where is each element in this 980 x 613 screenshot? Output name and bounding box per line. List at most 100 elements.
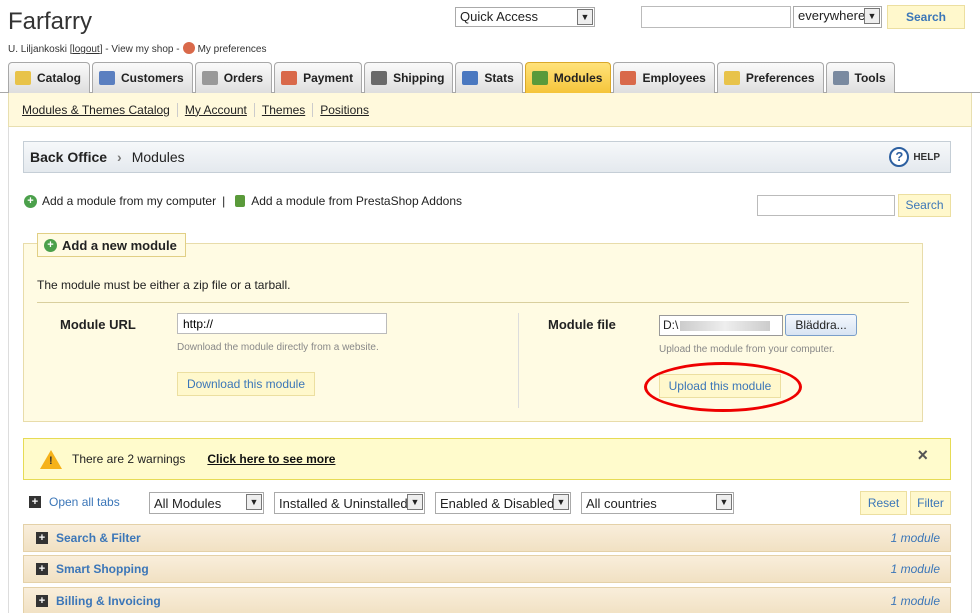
module-file-value: D:\ — [663, 318, 679, 332]
top-search-button[interactable]: Search — [887, 5, 965, 29]
filter-button[interactable]: Filter — [910, 491, 951, 515]
warning-more-link[interactable]: Click here to see more — [207, 452, 335, 466]
chevron-down-icon: ▼ — [246, 494, 262, 510]
tab-label: Catalog — [37, 71, 82, 85]
folder-icon — [15, 71, 31, 85]
category-name: Smart Shopping — [56, 562, 149, 576]
sub-navigation: Modules & Themes Catalog My Account Them… — [8, 93, 972, 127]
expand-icon: + — [36, 595, 48, 607]
country-filter-select[interactable]: All countries ▼ — [581, 492, 734, 514]
expand-icon: + — [29, 496, 41, 508]
category-name: Billing & Invoicing — [56, 594, 161, 608]
chevron-down-icon: ▼ — [407, 494, 423, 510]
enabled-filter-select[interactable]: Enabled & Disabled ▼ — [435, 492, 571, 514]
module-search-input[interactable] — [757, 195, 895, 216]
chevron-down-icon: ▼ — [716, 494, 732, 510]
add-from-addons-link[interactable]: Add a module from PrestaShop Addons — [251, 194, 462, 208]
tab-label: Payment — [303, 71, 354, 85]
category-row-smart-shopping[interactable]: + Smart Shopping 1 module — [23, 555, 951, 583]
breadcrumb-current: Modules — [131, 149, 185, 165]
tab-label: Modules — [553, 71, 603, 85]
tab-label: Preferences — [745, 71, 815, 85]
module-url-input[interactable] — [177, 313, 387, 334]
divider — [518, 313, 519, 408]
category-row-billing[interactable]: + Billing & Invoicing 1 module — [23, 587, 951, 613]
reset-button[interactable]: Reset — [860, 491, 907, 515]
tab-catalog[interactable]: Catalog — [8, 62, 91, 93]
top-search-input[interactable] — [641, 6, 791, 28]
tab-modules[interactable]: Modules — [524, 62, 612, 93]
module-file-input[interactable]: D:\ — [659, 315, 783, 336]
browse-button[interactable]: Bläddra... — [785, 314, 857, 336]
highlight-circle — [644, 362, 802, 412]
add-module-legend: + Add a new module — [37, 233, 186, 257]
open-all-tabs-label: Open all tabs — [49, 495, 120, 509]
tab-tools[interactable]: Tools — [825, 62, 895, 93]
search-scope-select[interactable]: everywhere ▼ — [793, 6, 882, 28]
tab-label: Customers — [121, 71, 184, 85]
module-search-button[interactable]: Search — [898, 194, 951, 217]
category-row-search-filter[interactable]: + Search & Filter 1 module — [23, 524, 951, 552]
tab-label: Orders — [223, 71, 264, 85]
module-url-hint: Download the module directly from a webs… — [177, 342, 379, 353]
add-from-computer-link[interactable]: Add a module from my computer — [42, 194, 216, 208]
breadcrumb: Back Office › Modules ? HELP — [23, 141, 951, 173]
cart-icon — [201, 71, 218, 85]
expand-icon: + — [36, 563, 48, 575]
employee-icon — [620, 71, 637, 85]
quick-access-select[interactable]: Quick Access ▼ — [455, 7, 595, 27]
tab-label: Employees — [642, 71, 706, 85]
preferences-link[interactable]: My preferences — [198, 44, 267, 55]
logout-link[interactable]: logout — [72, 44, 99, 55]
subnav-catalog[interactable]: Modules & Themes Catalog — [15, 102, 178, 117]
chevron-down-icon: ▼ — [553, 494, 569, 510]
puzzle-icon — [235, 195, 246, 207]
chevron-down-icon: ▼ — [864, 8, 880, 24]
help-button[interactable]: ? HELP — [889, 147, 940, 167]
close-icon[interactable]: × — [917, 445, 928, 466]
tab-stats[interactable]: Stats — [455, 62, 523, 93]
tab-customers[interactable]: Customers — [92, 62, 193, 93]
install-filter-value: Installed & Uninstalled — [279, 496, 408, 511]
module-filter-select[interactable]: All Modules ▼ — [149, 492, 264, 514]
add-module-links: + Add a module from my computer | Add a … — [24, 194, 462, 208]
tab-label: Stats — [484, 71, 514, 85]
breadcrumb-root[interactable]: Back Office — [30, 149, 107, 165]
tab-preferences[interactable]: Preferences — [716, 62, 824, 93]
shop-name: Farfarry — [8, 8, 92, 35]
view-shop-link[interactable]: ] - View my shop - — [100, 44, 180, 55]
category-name: Search & Filter — [56, 531, 141, 545]
category-count: 1 module — [890, 562, 940, 576]
expand-icon: + — [36, 532, 48, 544]
tab-label: Shipping — [393, 71, 445, 85]
truck-icon — [371, 71, 388, 85]
warning-text: There are 2 warnings — [72, 452, 186, 466]
download-module-button[interactable]: Download this module — [177, 372, 315, 396]
quick-access-value: Quick Access — [460, 9, 539, 24]
tab-orders[interactable]: Orders — [194, 62, 273, 93]
add-module-title: Add a new module — [62, 237, 177, 253]
user-line: U. Liljankoski [logout] - View my shop -… — [8, 42, 266, 55]
subnav-themes[interactable]: Themes — [255, 102, 314, 117]
help-label: HELP — [913, 151, 940, 163]
puzzle-icon — [531, 71, 548, 85]
enabled-filter-value: Enabled & Disabled — [440, 496, 555, 511]
tab-payment[interactable]: Payment — [274, 62, 363, 93]
tab-shipping[interactable]: Shipping — [364, 62, 454, 93]
warning-icon: ! — [40, 449, 62, 469]
subnav-my-account[interactable]: My Account — [178, 102, 255, 117]
user-icon — [182, 42, 195, 54]
help-icon: ? — [889, 147, 910, 167]
module-url-label: Module URL — [60, 317, 136, 332]
tab-employees[interactable]: Employees — [613, 62, 715, 93]
customers-icon — [99, 71, 116, 85]
chevron-down-icon: ▼ — [577, 9, 593, 25]
install-filter-select[interactable]: Installed & Uninstalled ▼ — [274, 492, 425, 514]
subnav-positions[interactable]: Positions — [313, 103, 376, 117]
open-all-tabs-button[interactable]: + Open all tabs — [29, 495, 120, 509]
country-filter-value: All countries — [586, 496, 657, 511]
add-module-description: The module must be either a zip file or … — [37, 278, 291, 292]
chevron-right-icon: › — [117, 149, 122, 165]
category-count: 1 module — [890, 594, 940, 608]
module-file-hint: Upload the module from your computer. — [659, 344, 835, 355]
